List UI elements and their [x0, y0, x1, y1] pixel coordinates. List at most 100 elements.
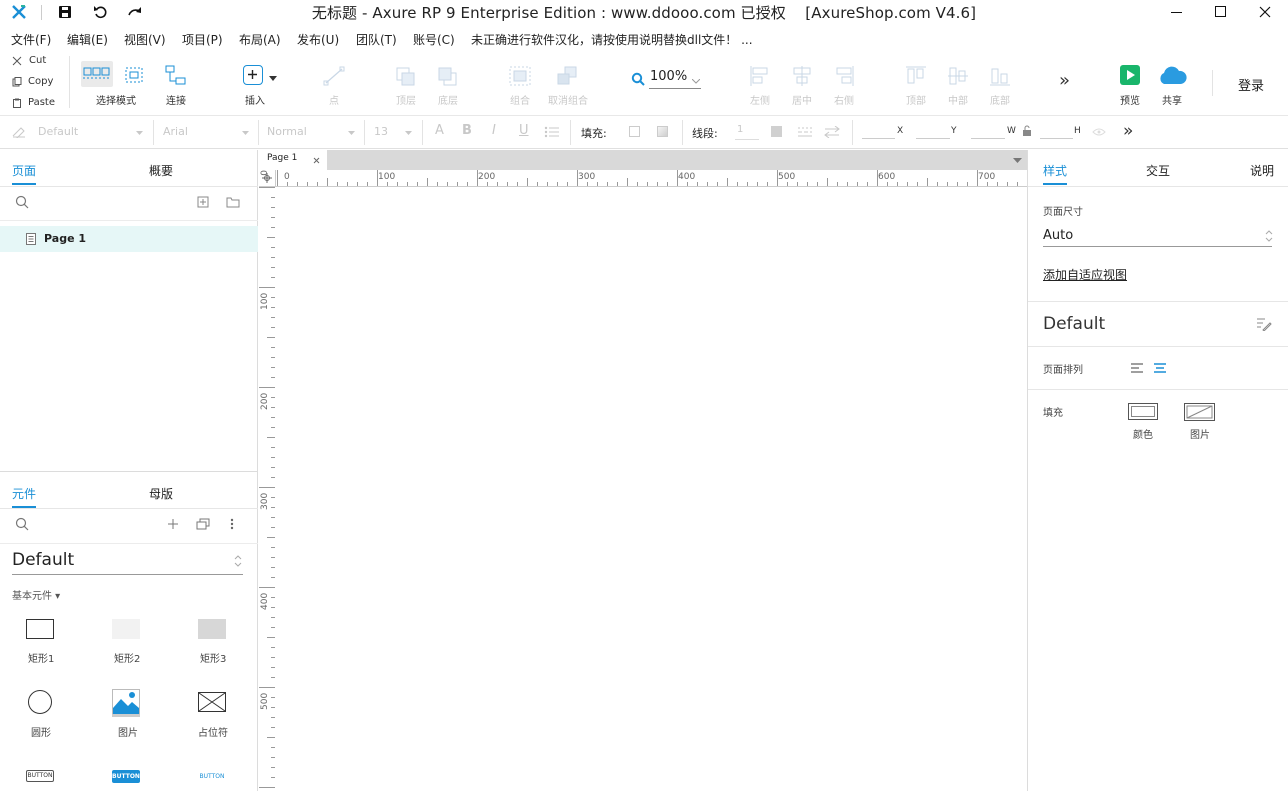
- menu-publish[interactable]: 发布(U): [297, 31, 339, 48]
- menu-team[interactable]: 团队(T): [356, 31, 397, 48]
- style-dropdown-icon[interactable]: [136, 131, 143, 135]
- widget-placeholder-icon[interactable]: [198, 692, 226, 712]
- page-size-select[interactable]: Auto: [1043, 228, 1073, 243]
- bring-to-front-icon[interactable]: [395, 66, 417, 86]
- fill-color-button[interactable]: [1128, 403, 1158, 420]
- font-size-select[interactable]: 13: [374, 125, 388, 138]
- zoom-dropdown-icon[interactable]: [692, 79, 700, 84]
- weight-dropdown-icon[interactable]: [348, 131, 355, 135]
- page-list-item[interactable]: Page 1: [0, 226, 258, 252]
- widget-button[interactable]: BUTTON: [26, 770, 54, 782]
- menu-view[interactable]: 视图(V): [124, 31, 166, 48]
- widget-link-button[interactable]: BUTTON: [198, 770, 226, 783]
- widget-circle[interactable]: [28, 690, 52, 714]
- share-cloud-icon[interactable]: [1156, 65, 1188, 87]
- close-button[interactable]: [1259, 6, 1271, 18]
- connect-icon[interactable]: [164, 64, 188, 86]
- x-input[interactable]: [862, 138, 895, 139]
- style-edit-icon[interactable]: [1256, 317, 1272, 331]
- align-left-icon[interactable]: [749, 65, 771, 87]
- line-style-icon[interactable]: [797, 126, 813, 138]
- widget-rectangle1[interactable]: [26, 619, 54, 639]
- pages-search-icon[interactable]: [15, 195, 29, 209]
- zoom-value[interactable]: 100%: [650, 69, 687, 84]
- add-page-icon[interactable]: [197, 196, 209, 208]
- group-icon[interactable]: [509, 66, 531, 86]
- paste-button[interactable]: Paste: [28, 97, 55, 108]
- insert-dropdown-icon[interactable]: [269, 76, 277, 81]
- ungroup-icon[interactable]: [556, 66, 578, 86]
- tab-style[interactable]: 样式: [1043, 162, 1067, 179]
- close-tab-icon[interactable]: [313, 157, 320, 164]
- maximize-button[interactable]: [1215, 6, 1226, 17]
- tab-pages[interactable]: 页面: [12, 162, 36, 179]
- size-dropdown-icon[interactable]: [405, 131, 412, 135]
- select-contained-icon[interactable]: [124, 66, 144, 84]
- align-bottom-icon[interactable]: [989, 65, 1011, 87]
- widgets-search-icon[interactable]: [15, 517, 29, 531]
- library-select[interactable]: Default: [12, 550, 74, 570]
- style-select[interactable]: Default: [38, 125, 78, 138]
- line-color-swatch[interactable]: [771, 126, 782, 137]
- font-dropdown-icon[interactable]: [242, 131, 249, 135]
- menu-layout[interactable]: 布局(A): [239, 31, 281, 48]
- tab-widgets[interactable]: 元件: [12, 485, 36, 502]
- add-folder-icon[interactable]: [226, 196, 240, 208]
- point-icon[interactable]: [323, 66, 345, 86]
- select-mode-button[interactable]: [81, 61, 113, 87]
- insert-button[interactable]: [243, 65, 263, 85]
- canvas[interactable]: [275, 187, 1027, 791]
- h-input[interactable]: [1040, 138, 1073, 139]
- menu-edit[interactable]: 编辑(E): [67, 31, 108, 48]
- canvas-tab-page1[interactable]: Page 1: [259, 150, 327, 170]
- y-input[interactable]: [916, 138, 950, 139]
- lock-ratio-icon[interactable]: [1022, 125, 1032, 137]
- cut-button[interactable]: Cut: [29, 55, 46, 66]
- arrow-style-icon[interactable]: [824, 126, 840, 138]
- fill-color-swatch[interactable]: [629, 126, 640, 137]
- tab-menu-dropdown-icon[interactable]: [1013, 158, 1022, 163]
- minimize-button[interactable]: [1171, 12, 1182, 13]
- font-color-icon[interactable]: A: [435, 123, 444, 138]
- preview-button[interactable]: [1120, 65, 1140, 85]
- tab-interaction[interactable]: 交互: [1146, 162, 1170, 179]
- align-page-center-icon[interactable]: [1153, 362, 1167, 374]
- align-page-left-icon[interactable]: [1130, 362, 1144, 374]
- visibility-eye-icon[interactable]: [1092, 127, 1106, 137]
- more-format-button[interactable]: »: [1123, 121, 1133, 141]
- add-adaptive-view-link[interactable]: 添加自适应视图: [1043, 266, 1127, 283]
- more-options-icon[interactable]: [230, 518, 234, 530]
- font-weight-select[interactable]: Normal: [267, 125, 307, 138]
- underline-icon[interactable]: U: [519, 123, 529, 138]
- bold-icon[interactable]: B: [462, 123, 472, 138]
- widget-primary-button[interactable]: BUTTON: [112, 770, 140, 783]
- library-pages-icon[interactable]: [196, 518, 210, 530]
- menu-account[interactable]: 账号(C): [413, 31, 455, 48]
- page-style-name[interactable]: Default: [1043, 314, 1105, 334]
- align-top-icon[interactable]: [905, 65, 927, 87]
- add-library-icon[interactable]: [167, 518, 179, 530]
- align-center-icon[interactable]: [791, 65, 813, 87]
- widget-image-icon[interactable]: [112, 689, 140, 717]
- tab-masters[interactable]: 母版: [149, 485, 173, 502]
- widget-rectangle3[interactable]: [198, 619, 226, 639]
- library-dropdown-icon[interactable]: [234, 554, 242, 568]
- widget-rectangle2[interactable]: [112, 619, 140, 639]
- tab-outline[interactable]: 概要: [149, 162, 173, 179]
- more-tools-button[interactable]: »: [1059, 70, 1070, 91]
- fill-shadow-swatch[interactable]: [657, 126, 668, 137]
- page-size-dropdown-icon[interactable]: [1265, 229, 1273, 243]
- login-button[interactable]: 登录: [1238, 75, 1264, 94]
- copy-button[interactable]: Copy: [28, 76, 53, 87]
- category-basic[interactable]: 基本元件 ▾: [12, 587, 60, 602]
- align-right-icon[interactable]: [833, 65, 855, 87]
- align-middle-icon[interactable]: [947, 65, 969, 87]
- send-to-back-icon[interactable]: [437, 66, 459, 86]
- format-painter-icon[interactable]: [12, 126, 26, 138]
- bullet-list-icon[interactable]: [544, 126, 560, 138]
- fill-image-button[interactable]: [1184, 403, 1215, 421]
- menu-file[interactable]: 文件(F): [11, 31, 51, 48]
- font-select[interactable]: Arial: [163, 125, 188, 138]
- tab-notes[interactable]: 说明: [1250, 162, 1274, 179]
- w-input[interactable]: [971, 138, 1005, 139]
